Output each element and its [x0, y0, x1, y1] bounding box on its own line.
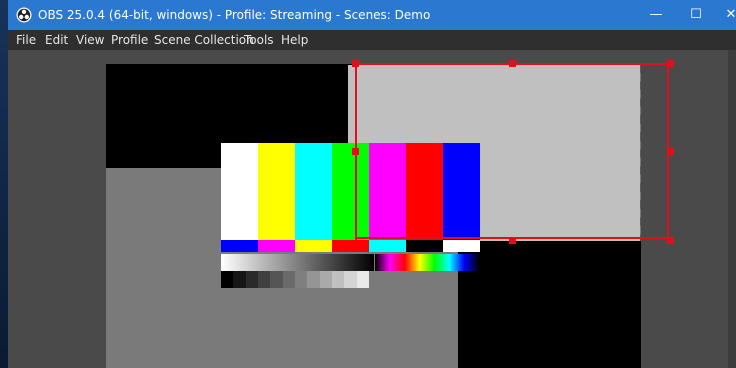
close-button[interactable]: ✕ [716, 0, 736, 30]
menu-tools[interactable]: Tools [244, 32, 274, 48]
resize-handle-right[interactable] [667, 148, 674, 155]
grayscale-steps [221, 271, 369, 289]
window-title: OBS 25.0.4 (64-bit, windows) - Profile: … [38, 8, 431, 22]
maximize-button[interactable]: ☐ [674, 0, 718, 30]
menu-scene-collection[interactable]: Scene Collection [154, 32, 254, 48]
resize-handle-left[interactable] [352, 148, 359, 155]
menu-bar: File Edit View Profile Scene Collection … [8, 30, 736, 50]
obs-logo-icon [16, 7, 32, 23]
color-bar-cyan [295, 143, 332, 240]
menu-help[interactable]: Help [281, 32, 308, 48]
resize-handle-top-right[interactable] [667, 60, 674, 67]
crop-edge-line [355, 150, 357, 240]
color-bar-yellow [258, 143, 295, 240]
hue-spectrum [375, 254, 479, 271]
source-selection-box[interactable] [355, 63, 669, 239]
resize-handle-bottom[interactable] [509, 237, 516, 244]
menu-file[interactable]: File [16, 32, 36, 48]
menu-view[interactable]: View [76, 32, 104, 48]
minimize-button[interactable]: — [634, 0, 678, 30]
resize-handle-top-left[interactable] [352, 60, 359, 67]
grayscale-gradient [221, 254, 374, 271]
title-bar[interactable]: OBS 25.0.4 (64-bit, windows) - Profile: … [8, 0, 736, 30]
menu-profile[interactable]: Profile [111, 32, 148, 48]
grey-color-source-lower[interactable] [106, 288, 457, 368]
resize-handle-bottom-right[interactable] [667, 237, 674, 244]
color-bar-white [221, 143, 258, 240]
menu-edit[interactable]: Edit [45, 32, 68, 48]
resize-handle-top[interactable] [509, 60, 516, 67]
